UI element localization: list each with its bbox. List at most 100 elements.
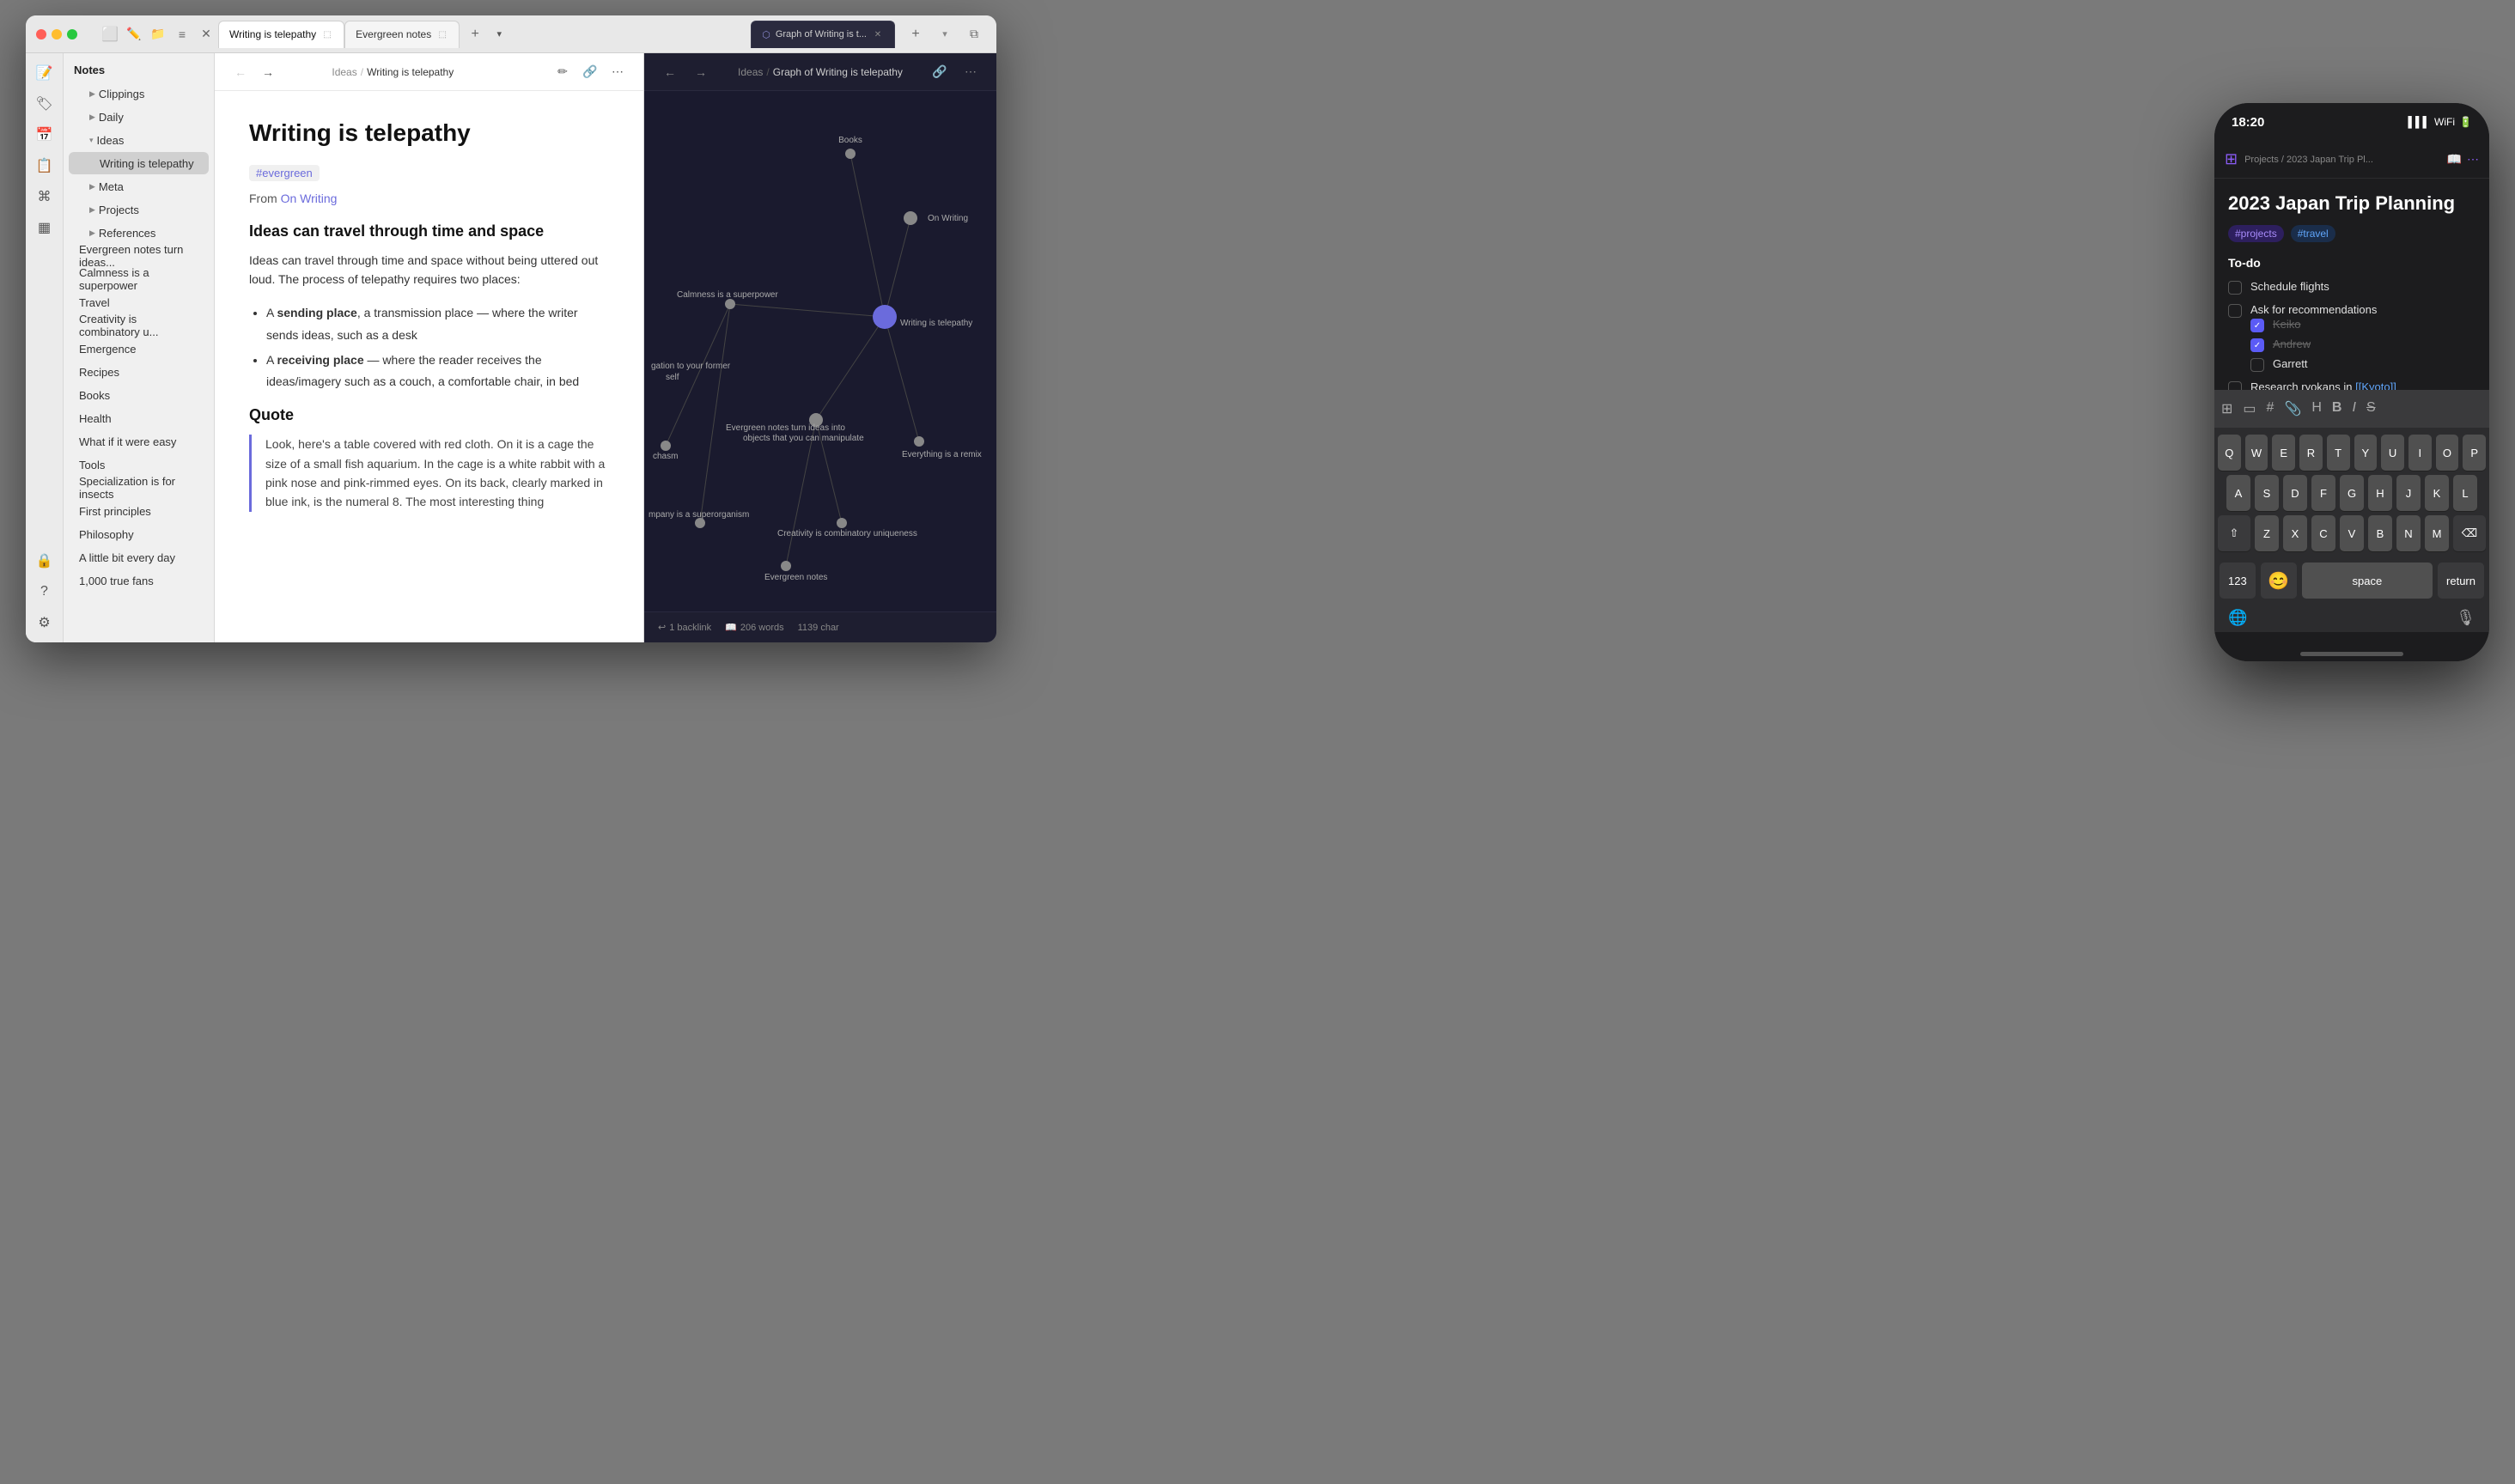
key-m[interactable]: M [2425, 515, 2449, 551]
sidebar-item-health[interactable]: Health [69, 407, 209, 429]
sidebar-item-philosophy[interactable]: Philosophy [69, 523, 209, 545]
nav-terminal-icon[interactable]: ⌘ [32, 184, 58, 210]
sidebar-item-travel[interactable]: Travel [69, 291, 209, 313]
tag-projects[interactable]: #projects [2228, 225, 2284, 242]
split-view-icon[interactable]: ⧉ [962, 22, 986, 46]
graph-more-icon[interactable]: ⋯ [959, 60, 983, 84]
app-layout-icon[interactable]: ⊞ [2225, 150, 2238, 168]
tag-travel[interactable]: #travel [2291, 225, 2335, 242]
checkbox-flights[interactable] [2228, 281, 2242, 295]
key-e[interactable]: E [2272, 435, 2295, 471]
sidebar-item-emergence[interactable]: Emergence [69, 338, 209, 360]
tab-close-icon[interactable]: ⬚ [436, 28, 448, 40]
sidebar-item-first-principles[interactable]: First principles [69, 500, 209, 522]
key-d[interactable]: D [2283, 475, 2307, 511]
key-g[interactable]: G [2340, 475, 2364, 511]
sidebar-item-writing-telepathy[interactable]: Writing is telepathy [69, 152, 209, 174]
sidebar-item-what-if[interactable]: What if it were easy [69, 430, 209, 453]
check-item-garrett[interactable]: Garrett [2250, 357, 2475, 372]
sidebar-item-ideas[interactable]: ▾ Ideas [69, 129, 209, 151]
nav-lock-icon[interactable]: 🔒 [32, 548, 58, 574]
key-u[interactable]: U [2381, 435, 2404, 471]
sidebar-item-meta[interactable]: ▶ Meta [69, 175, 209, 198]
folder-icon[interactable]: 📁 [146, 22, 170, 46]
graph-area[interactable]: Books On Writing Calmness is a superpowe… [644, 91, 996, 611]
sidebar-item-clippings[interactable]: ▶ Clippings [69, 82, 209, 105]
nav-notes-icon[interactable]: 📝 [32, 60, 58, 86]
key-p[interactable]: P [2463, 435, 2486, 471]
sidebar-item-books[interactable]: Books [69, 384, 209, 406]
key-emoji[interactable]: 😊 [2261, 563, 2297, 599]
mic-icon[interactable]: 🎙 [2456, 609, 2475, 627]
image-icon[interactable]: ▭ [2243, 400, 2256, 417]
sidebar-item-recipes[interactable]: Recipes [69, 361, 209, 383]
key-space[interactable]: space [2302, 563, 2433, 599]
check-item-andrew[interactable]: ✓ Andrew [2250, 338, 2475, 352]
key-o[interactable]: O [2436, 435, 2459, 471]
checkbox-andrew[interactable]: ✓ [2250, 338, 2264, 352]
tab-evergreen-notes[interactable]: Evergreen notes ⬚ [344, 21, 460, 48]
back-button[interactable]: ← [228, 60, 253, 84]
from-link[interactable]: On Writing [281, 192, 338, 205]
italic-icon[interactable]: I [2352, 400, 2355, 417]
graph-tab-close[interactable]: ✕ [872, 28, 884, 40]
strikethrough-icon[interactable]: S [2366, 400, 2376, 417]
key-w[interactable]: W [2245, 435, 2268, 471]
key-h[interactable]: H [2368, 475, 2392, 511]
key-f[interactable]: F [2311, 475, 2335, 511]
key-123[interactable]: 123 [2220, 563, 2256, 599]
heading-icon[interactable]: H [2311, 400, 2322, 417]
key-z[interactable]: Z [2255, 515, 2279, 551]
sidebar-item-evergreen[interactable]: Evergreen notes turn ideas... [69, 245, 209, 267]
key-delete[interactable]: ⌫ [2453, 515, 2486, 551]
link-icon[interactable]: 🔗 [578, 60, 602, 84]
checkbox-ryokans[interactable] [2228, 381, 2242, 390]
sidebar-item-specialization[interactable]: Specialization is for insects [69, 477, 209, 499]
nav-help-icon[interactable]: ? [32, 579, 58, 605]
nav-settings-icon[interactable]: ⚙ [32, 610, 58, 636]
attach-icon[interactable]: 📎 [2284, 400, 2301, 417]
sidebar-item-calmness[interactable]: Calmness is a superpower [69, 268, 209, 290]
sort-icon[interactable]: ≡ [170, 22, 194, 46]
bold-icon[interactable]: B [2332, 400, 2342, 417]
key-l[interactable]: L [2453, 475, 2477, 511]
tab-graph[interactable]: ⬡ Graph of Writing is t... ✕ [751, 21, 895, 48]
minimize-button[interactable] [52, 29, 62, 40]
sidebar-item-references[interactable]: ▶ References [69, 222, 209, 244]
maximize-button[interactable] [67, 29, 77, 40]
edit-icon[interactable]: ✏ [551, 60, 575, 84]
new-graph-tab-button[interactable]: + [904, 22, 928, 46]
key-n[interactable]: N [2396, 515, 2421, 551]
tab-close-icon[interactable]: ⬚ [321, 28, 333, 40]
sidebar-toggle-icon[interactable]: ⬜ [98, 22, 122, 46]
nav-tags-icon[interactable]: 🏷 [32, 91, 58, 117]
key-shift[interactable]: ⇧ [2218, 515, 2250, 551]
sidebar-item-1000-fans[interactable]: 1,000 true fans [69, 569, 209, 592]
tab-writing-telepathy[interactable]: Writing is telepathy ⬚ [218, 21, 344, 48]
forward-button[interactable]: → [256, 60, 280, 84]
close-button[interactable] [36, 29, 46, 40]
key-x[interactable]: X [2283, 515, 2307, 551]
sidebar-item-creativity[interactable]: Creativity is combinatory u... [69, 314, 209, 337]
key-r[interactable]: R [2299, 435, 2323, 471]
key-s[interactable]: S [2255, 475, 2279, 511]
book-mode-icon[interactable]: 📖 [2447, 152, 2462, 167]
checkbox-keiko[interactable]: ✓ [2250, 319, 2264, 332]
key-b[interactable]: B [2368, 515, 2392, 551]
check-item-keiko[interactable]: ✓ Keiko [2250, 318, 2475, 332]
nav-widgets-icon[interactable]: ▦ [32, 215, 58, 240]
graph-forward-button[interactable]: → [689, 60, 713, 84]
check-item-flights[interactable]: Schedule flights [2228, 280, 2475, 295]
more-icon[interactable]: ⋯ [2467, 152, 2479, 167]
nav-files-icon[interactable]: 📋 [32, 153, 58, 179]
new-tab-button[interactable]: + [463, 22, 487, 46]
table-icon[interactable]: ⊞ [2221, 400, 2232, 417]
sidebar-item-projects[interactable]: ▶ Projects [69, 198, 209, 221]
key-k[interactable]: K [2425, 475, 2449, 511]
key-y[interactable]: Y [2354, 435, 2378, 471]
close-sidebar-icon[interactable]: ✕ [194, 22, 218, 46]
sidebar-item-daily[interactable]: ▶ Daily [69, 106, 209, 128]
check-item-ryokans[interactable]: Research ryokans in [[Kyoto]] [2228, 380, 2475, 390]
tab-dropdown-icon[interactable]: ▾ [487, 22, 511, 46]
key-v[interactable]: V [2340, 515, 2364, 551]
